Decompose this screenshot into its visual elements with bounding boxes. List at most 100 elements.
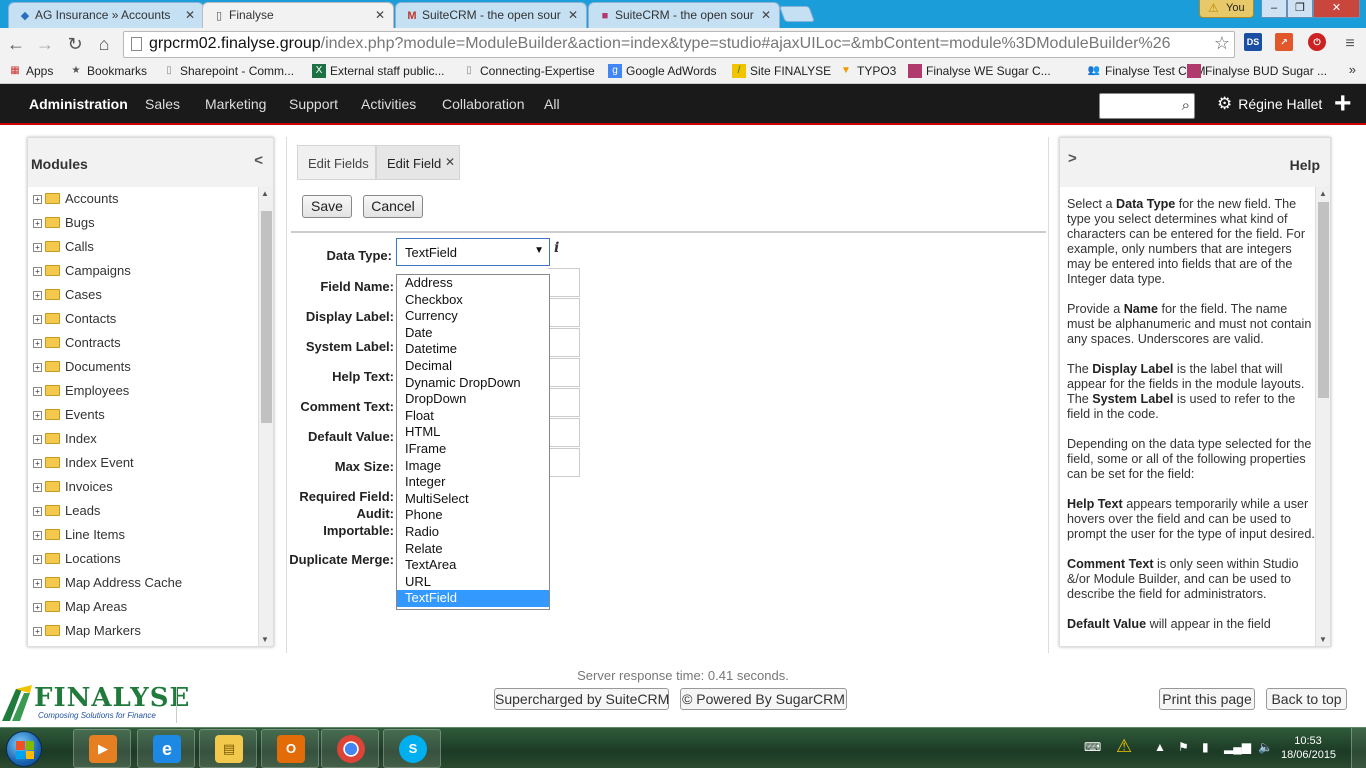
module-tree-item[interactable]: + Accounts bbox=[28, 187, 260, 211]
nav-activities[interactable]: Activities bbox=[361, 96, 416, 112]
scrollbar-thumb[interactable] bbox=[261, 211, 272, 423]
module-tree-item[interactable]: + Map Address Cache bbox=[28, 571, 260, 595]
close-icon[interactable]: ✕ bbox=[761, 8, 771, 22]
browser-tab-suitecrm-2[interactable]: ■ SuiteCRM - the open sour ✕ bbox=[588, 2, 780, 28]
data-type-select[interactable]: TextField ▼ bbox=[396, 238, 550, 266]
expand-plus-icon[interactable]: + bbox=[33, 339, 42, 348]
module-tree-item[interactable]: + Campaigns bbox=[28, 259, 260, 283]
global-search-input[interactable]: ⌕ bbox=[1099, 93, 1195, 119]
dropdown-option[interactable]: Image bbox=[397, 458, 549, 475]
minimize-button[interactable]: – bbox=[1261, 0, 1287, 18]
dropdown-option[interactable]: Address bbox=[397, 275, 549, 292]
bookmark-apps[interactable]: ▦ Apps bbox=[7, 63, 53, 81]
supercharged-by-suitecrm-link[interactable]: Supercharged by SuiteCRM bbox=[494, 688, 669, 710]
browser-tab-ag-insurance[interactable]: ◆ AG Insurance » Accounts ✕ bbox=[8, 2, 204, 28]
module-tree-item[interactable]: + Cases bbox=[28, 283, 260, 307]
expand-plus-icon[interactable]: + bbox=[33, 267, 42, 276]
dropdown-option[interactable]: HTML bbox=[397, 424, 549, 441]
ds-extension-icon[interactable]: DS bbox=[1244, 33, 1262, 51]
tab-edit-fields[interactable]: Edit Fields bbox=[297, 145, 376, 180]
show-hidden-icons-chevron-icon[interactable]: ▲ bbox=[1154, 740, 1166, 754]
new-tab-button[interactable] bbox=[779, 6, 815, 22]
taskbar-media-player[interactable]: ▶ bbox=[73, 729, 131, 768]
search-icon[interactable]: ⌕ bbox=[1182, 97, 1190, 114]
dropdown-option[interactable]: Radio bbox=[397, 524, 549, 541]
window-user-badge[interactable]: ⚠ You bbox=[1199, 0, 1254, 18]
dropdown-option[interactable]: Relate bbox=[397, 541, 549, 558]
module-tree-item[interactable]: + Calls bbox=[28, 235, 260, 259]
bookmark-typo3[interactable]: ▼ TYPO3 bbox=[838, 63, 896, 81]
module-tree-item[interactable]: + Map Markers bbox=[28, 619, 260, 643]
print-page-button[interactable]: Print this page bbox=[1159, 688, 1255, 710]
module-tree-item[interactable]: + Employees bbox=[28, 379, 260, 403]
max-size-input[interactable] bbox=[548, 448, 580, 477]
browser-tab-suitecrm-1[interactable]: M SuiteCRM - the open sour ✕ bbox=[395, 2, 587, 28]
bookmark-finalyse-bud-sugar[interactable]: Finalyse BUD Sugar ... bbox=[1186, 63, 1327, 81]
expand-plus-icon[interactable]: + bbox=[33, 411, 42, 420]
expand-plus-icon[interactable]: + bbox=[33, 555, 42, 564]
expand-plus-icon[interactable]: + bbox=[33, 627, 42, 636]
close-icon[interactable]: ✕ bbox=[375, 8, 385, 22]
reload-icon[interactable]: ↻ bbox=[63, 32, 87, 56]
back-arrow-icon[interactable]: ← bbox=[4, 32, 28, 56]
help-scrollbar[interactable]: ▲ ▼ bbox=[1315, 187, 1330, 646]
default-value-input[interactable] bbox=[548, 418, 580, 447]
battery-icon[interactable]: ▮ bbox=[1202, 740, 1209, 754]
module-tree-item[interactable]: + Leads bbox=[28, 499, 260, 523]
scroll-down-arrow-icon[interactable]: ▼ bbox=[1319, 635, 1327, 644]
module-tree-item[interactable]: + Bugs bbox=[28, 211, 260, 235]
bookmark-finalyse-we-sugar[interactable]: Finalyse WE Sugar C... bbox=[907, 63, 1051, 81]
module-tree-item[interactable]: + Locations bbox=[28, 547, 260, 571]
address-bar[interactable]: grpcrm02.finalyse.group/index.php?module… bbox=[123, 31, 1235, 58]
taskbar-internet-explorer[interactable]: e bbox=[137, 729, 195, 768]
dropdown-option[interactable]: Datetime bbox=[397, 341, 549, 358]
nav-marketing[interactable]: Marketing bbox=[205, 96, 266, 112]
taskbar-outlook[interactable]: O bbox=[261, 729, 319, 768]
taskbar-chrome[interactable] bbox=[321, 729, 379, 768]
close-icon[interactable]: ✕ bbox=[445, 155, 455, 169]
network-signal-icon[interactable]: ▂▄▆ bbox=[1224, 740, 1251, 754]
keyboard-icon[interactable]: ⌨ bbox=[1084, 740, 1101, 754]
module-tree-item[interactable]: + Contracts bbox=[28, 331, 260, 355]
alert-icon[interactable]: ⚠ bbox=[1116, 736, 1132, 757]
bookmark-external-staff[interactable]: X External staff public... bbox=[311, 63, 445, 81]
bookmark-bookmarks[interactable]: ★ Bookmarks bbox=[68, 63, 148, 81]
tab-edit-field[interactable]: Edit Field ✕ bbox=[376, 145, 460, 180]
bookmark-google-adwords[interactable]: g Google AdWords bbox=[607, 63, 717, 81]
expand-plus-icon[interactable]: + bbox=[33, 195, 42, 204]
nav-support[interactable]: Support bbox=[289, 96, 338, 112]
expand-plus-icon[interactable]: + bbox=[33, 579, 42, 588]
quick-create-plus-icon[interactable]: + bbox=[1334, 87, 1352, 121]
nav-administration[interactable]: Administration bbox=[29, 96, 128, 112]
module-tree-item[interactable]: + Line Items bbox=[28, 523, 260, 547]
taskbar-clock[interactable]: 10:53 18/06/2015 bbox=[1281, 734, 1336, 762]
taskbar-skype[interactable]: S bbox=[383, 729, 441, 768]
dropdown-option[interactable]: Phone bbox=[397, 507, 549, 524]
dropdown-option[interactable]: IFrame bbox=[397, 441, 549, 458]
scrollbar-thumb[interactable] bbox=[1318, 202, 1329, 398]
maximize-button[interactable]: ❐ bbox=[1287, 0, 1313, 18]
comment-text-input[interactable] bbox=[548, 388, 580, 417]
forward-arrow-icon[interactable]: → bbox=[33, 32, 57, 56]
bookmark-site-finalyse[interactable]: / Site FINALYSE bbox=[731, 63, 831, 81]
nav-collaboration[interactable]: Collaboration bbox=[442, 96, 525, 112]
display-label-input[interactable] bbox=[548, 298, 580, 327]
scroll-up-arrow-icon[interactable]: ▲ bbox=[261, 189, 269, 198]
dropdown-option[interactable]: TextField bbox=[397, 590, 549, 607]
back-to-top-button[interactable]: Back to top bbox=[1266, 688, 1347, 710]
expand-plus-icon[interactable]: + bbox=[33, 219, 42, 228]
action-center-flag-icon[interactable]: ⚑ bbox=[1178, 740, 1189, 754]
close-icon[interactable]: ✕ bbox=[568, 8, 578, 22]
field-name-input[interactable] bbox=[548, 268, 580, 297]
bookmarks-overflow-chevron[interactable]: » bbox=[1349, 62, 1356, 77]
window-close-button[interactable]: ✕ bbox=[1313, 0, 1360, 18]
expand-plus-icon[interactable]: + bbox=[33, 291, 42, 300]
info-icon[interactable]: i bbox=[554, 240, 559, 256]
chrome-menu-icon[interactable]: ≡ bbox=[1338, 32, 1362, 56]
dropdown-option[interactable]: DropDown bbox=[397, 391, 549, 408]
chart-extension-icon[interactable]: ↗ bbox=[1275, 33, 1293, 51]
module-tree-item[interactable]: + Contacts bbox=[28, 307, 260, 331]
expand-plus-icon[interactable]: + bbox=[33, 363, 42, 372]
save-button[interactable]: Save bbox=[302, 195, 352, 218]
scroll-down-arrow-icon[interactable]: ▼ bbox=[261, 635, 269, 644]
